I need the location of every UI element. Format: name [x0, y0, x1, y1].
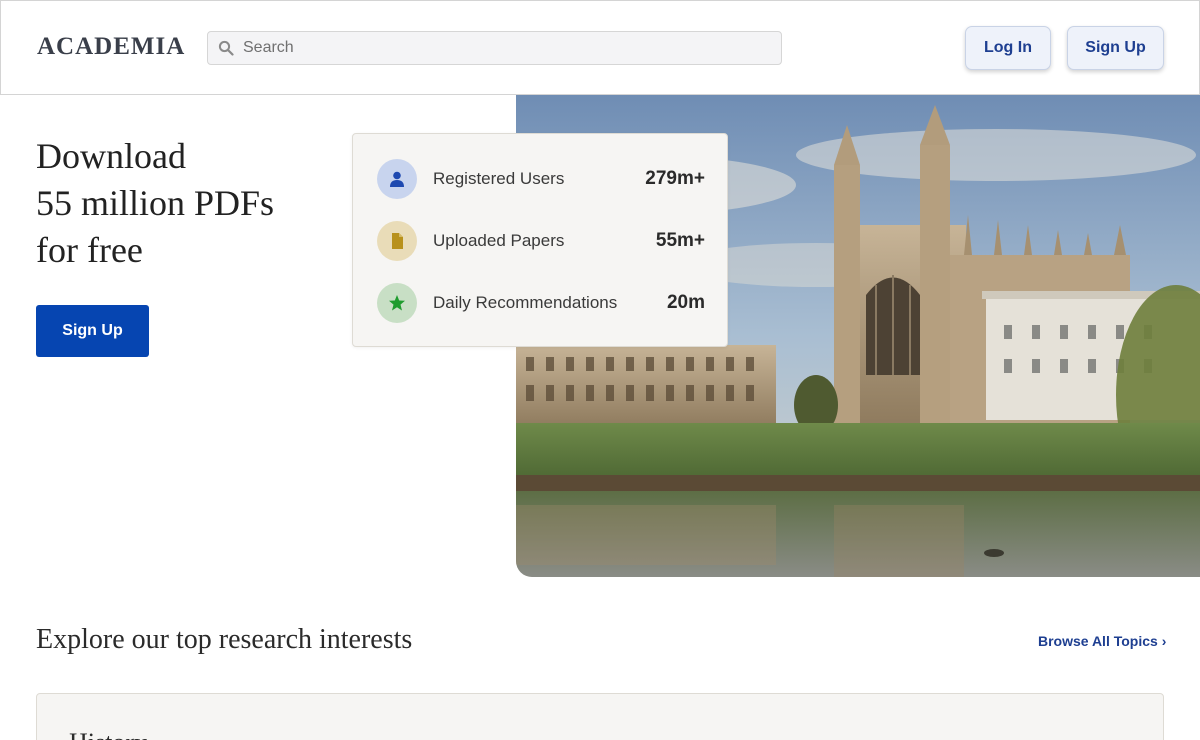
paper-icon — [377, 221, 417, 261]
site-header: ACADEMIA Log In Sign Up — [0, 0, 1200, 95]
star-icon — [377, 283, 417, 323]
stat-uploaded-papers: Uploaded Papers 55m+ — [377, 220, 705, 262]
stats-card: Registered Users 279m+ Uploaded Papers 5… — [352, 133, 728, 347]
stat-label: Daily Recommendations — [433, 293, 618, 312]
explore-heading: Explore our top research interests — [36, 624, 413, 655]
search-input[interactable] — [243, 39, 763, 57]
stat-label: Uploaded Papers — [433, 231, 565, 250]
topic-card[interactable]: History — [36, 693, 1164, 740]
hero-signup-button[interactable]: Sign Up — [36, 305, 149, 357]
stat-value: 279m+ — [645, 168, 705, 189]
stat-value: 20m — [666, 292, 705, 313]
stat-value: 55m+ — [655, 230, 705, 251]
stat-daily-recommendations: Daily Recommendations 20m — [377, 282, 705, 324]
browse-all-topics-link[interactable]: Browse All Topics › — [1038, 633, 1166, 649]
login-button[interactable]: Log In — [965, 26, 1051, 70]
hero-headline: Download 55 million PDFs for free — [36, 133, 274, 274]
user-icon — [377, 159, 417, 199]
academia-logo[interactable]: ACADEMIA — [37, 33, 185, 61]
search-icon — [218, 40, 234, 56]
header-signup-button[interactable]: Sign Up — [1067, 26, 1164, 70]
stat-label: Registered Users — [433, 169, 565, 188]
topic-title[interactable]: History — [69, 728, 147, 740]
hero-headline-line-1: Download — [36, 136, 186, 176]
search-bar[interactable] — [207, 31, 782, 65]
hero-headline-line-3: for free — [36, 230, 143, 270]
stat-registered-users: Registered Users 279m+ — [377, 158, 705, 200]
hero-headline-line-2: 55 million PDFs — [36, 183, 275, 223]
